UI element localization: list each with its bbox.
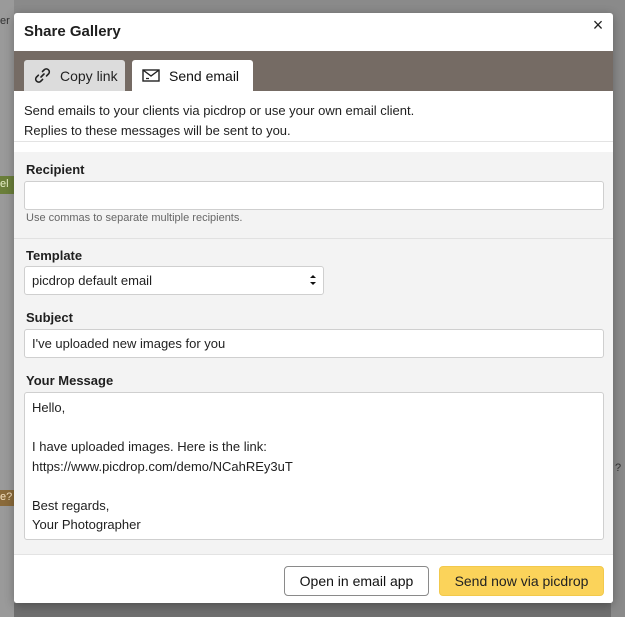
- tab-send-email-label: Send email: [169, 67, 240, 84]
- background-text-fragment: e?: [0, 491, 13, 503]
- close-button[interactable]: ×: [589, 16, 607, 34]
- template-label: Template: [26, 248, 83, 263]
- background-text-fragment: er: [0, 15, 10, 27]
- background-text-fragment: el: [0, 178, 9, 190]
- message-label: Your Message: [26, 373, 114, 388]
- recipient-hint: Use commas to separate multiple recipien…: [26, 212, 243, 224]
- recipient-section: Recipient Use commas to separate multipl…: [14, 152, 613, 239]
- envelope-icon: [142, 69, 160, 82]
- subject-input[interactable]: I've uploaded new images for you: [24, 329, 604, 358]
- template-selected-value: picdrop default email: [32, 273, 152, 288]
- subject-label: Subject: [26, 310, 73, 325]
- template-select[interactable]: picdrop default email: [24, 266, 324, 295]
- link-icon: [34, 68, 51, 83]
- recipient-input[interactable]: [24, 181, 604, 210]
- background-text-fragment: ?: [615, 462, 622, 474]
- intro-text: Send emails to your clients via picdrop …: [14, 91, 613, 142]
- tab-send-email[interactable]: Send email: [132, 60, 253, 91]
- background-left-strip: [0, 0, 14, 617]
- email-form: Recipient Use commas to separate multipl…: [14, 152, 613, 554]
- intro-line: Send emails to your clients via picdrop …: [24, 103, 415, 118]
- tab-bar: Copy link Send email: [14, 51, 613, 91]
- modal-header: Share Gallery ×: [14, 13, 613, 51]
- intro-line: Replies to these messages will be sent t…: [24, 123, 291, 138]
- send-via-picdrop-button[interactable]: Send now via picdrop: [439, 566, 604, 596]
- modal-title: Share Gallery: [24, 23, 121, 40]
- message-textarea[interactable]: Hello, I have uploaded images. Here is t…: [24, 392, 604, 540]
- recipient-label: Recipient: [26, 162, 85, 177]
- open-in-email-app-button[interactable]: Open in email app: [284, 566, 429, 596]
- select-arrows-icon: [310, 275, 316, 285]
- modal-footer: Open in email app Send now via picdrop: [14, 554, 613, 603]
- tab-copy-link[interactable]: Copy link: [24, 60, 125, 91]
- background-bottom-strip: [14, 603, 611, 617]
- tab-copy-link-label: Copy link: [60, 67, 118, 84]
- share-gallery-modal: Share Gallery × Copy link Send email Sen…: [14, 13, 613, 603]
